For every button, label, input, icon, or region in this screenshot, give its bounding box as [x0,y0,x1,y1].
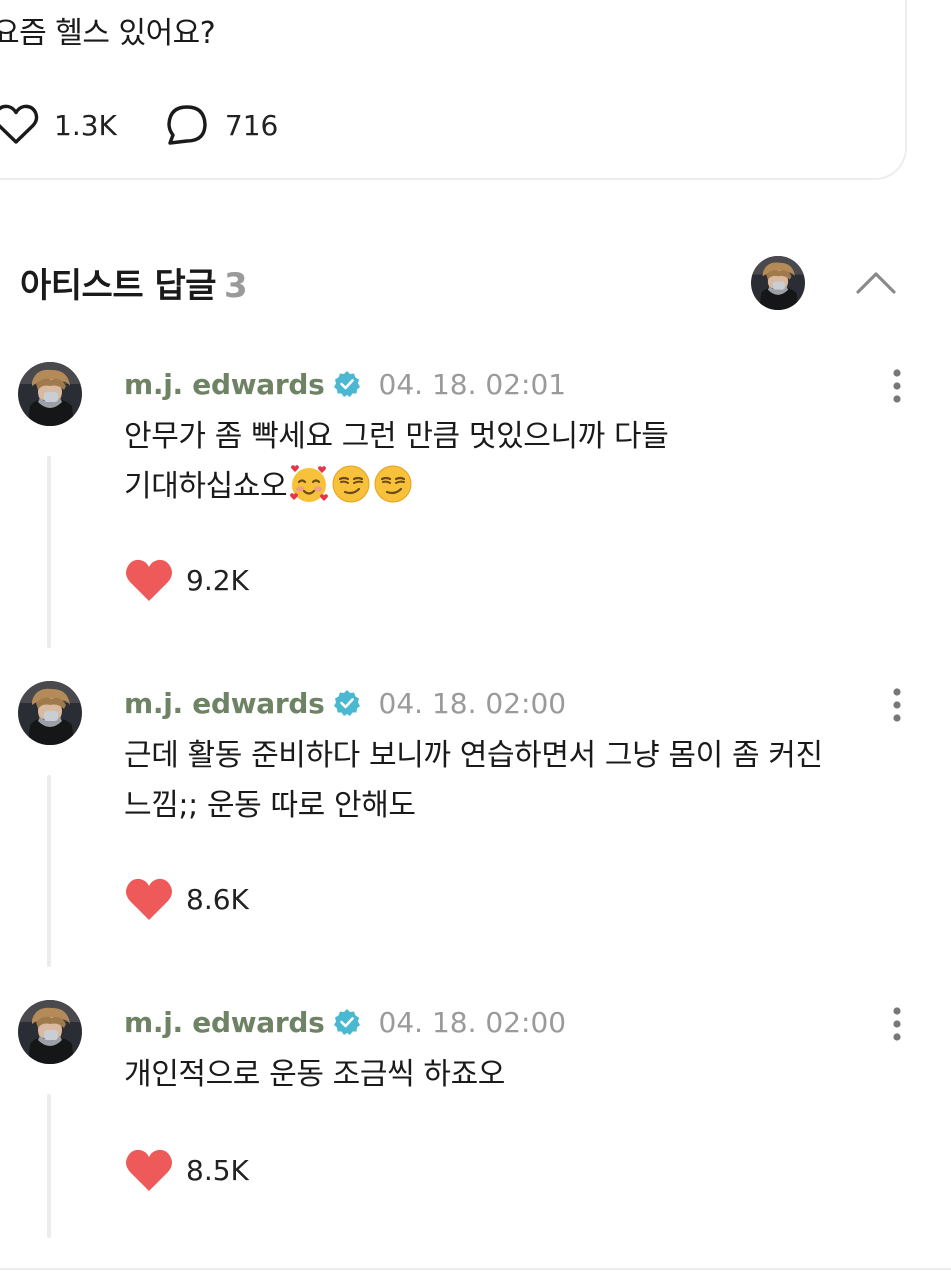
avatar-image [18,681,82,745]
verified-badge-icon [333,689,361,717]
reply-like-button[interactable]: 9.2K [124,555,249,605]
post-comment-button[interactable]: 716 [163,101,278,149]
avatar-image [18,1000,82,1064]
smiling-face-with-hearts-icon [289,464,329,504]
section-title: 아티스트 답글 3 [20,258,248,307]
thread-line [47,775,51,967]
reply-timestamp: 04. 18. 02:00 [378,1005,567,1039]
reply-item: m.j. edwards 04. 18. 02:01 안무가 좀 빡세요 그런 … [0,362,951,652]
artist-avatar[interactable] [751,256,805,310]
post-card: 요즘 헬스 있어요? 1.3K 716 [0,0,907,180]
reply-timestamp: 04. 18. 02:01 [378,367,567,401]
heart-filled-icon [124,557,174,603]
more-options-icon[interactable] [884,687,910,723]
post-comment-count: 716 [224,108,279,142]
reply-item: m.j. edwards 04. 18. 02:00 근데 활동 준비하다 보니… [0,681,951,971]
verified-badge-icon [333,1008,361,1036]
smirking-face-icon [331,464,371,504]
artist-replies-header: 아티스트 답글 3 [0,248,951,318]
reply-text-line: 근데 활동 준비하다 보니까 연습하면서 그냥 몸이 좀 커진 [124,738,823,773]
reply-text-line: 느낌;; 운동 따로 안해도 [124,788,416,823]
reply-text: 안무가 좀 빡세요 그런 만큼 멋있으니까 다들 기대하십쇼오 [124,412,924,512]
chevron-up-icon [856,272,896,294]
reply-like-button[interactable]: 8.5K [124,1145,249,1195]
reply-text-line: 개인적으로 운동 조금씩 하죠오 [124,1057,506,1092]
reply-timestamp: 04. 18. 02:00 [378,686,567,720]
post-like-button[interactable]: 1.3K [0,101,117,149]
section-count: 3 [224,266,248,306]
reply-like-count: 8.6K [186,882,249,916]
collapse-button[interactable] [852,262,900,302]
reply-like-button[interactable]: 8.6K [124,874,249,924]
comment-bubble-icon [167,105,207,145]
smirking-face-icon [373,464,413,504]
reply-meta: m.j. edwards 04. 18. 02:01 [124,366,566,402]
thread-line [47,456,51,648]
post-actions: 1.3K 716 [0,100,324,150]
avatar-image [751,256,805,310]
reply-text: 근데 활동 준비하다 보니까 연습하면서 그냥 몸이 좀 커진 느낌;; 운동 … [124,731,924,831]
reply-text: 개인적으로 운동 조금씩 하죠오 [124,1050,924,1100]
reply-author[interactable]: m.j. edwards [124,687,325,720]
divider [0,1268,951,1270]
heart-outline-icon [0,104,39,144]
reply-item: m.j. edwards 04. 18. 02:00 개인적으로 운동 조금씩 … [0,1000,951,1240]
reply-text-segment: 기대하십쇼오 [124,469,288,504]
section-title-text: 아티스트 답글 [20,266,217,306]
reply-meta: m.j. edwards 04. 18. 02:00 [124,1004,566,1040]
post-text: 요즘 헬스 있어요? [0,16,216,51]
reply-author[interactable]: m.j. edwards [124,1006,325,1039]
reply-text-line: 기대하십쇼오 [124,462,924,512]
reply-avatar[interactable] [18,362,82,426]
reply-avatar[interactable] [18,681,82,745]
reply-like-count: 8.5K [186,1153,249,1187]
heart-filled-icon [124,1147,174,1193]
more-options-icon[interactable] [884,368,910,404]
thread-line [47,1094,51,1238]
heart-filled-icon [124,876,174,922]
reply-avatar[interactable] [18,1000,82,1064]
more-options-icon[interactable] [884,1006,910,1042]
reply-text-line: 안무가 좀 빡세요 그런 만큼 멋있으니까 다들 [124,419,669,454]
post-like-count: 1.3K [54,108,117,142]
verified-badge-icon [333,370,361,398]
reply-meta: m.j. edwards 04. 18. 02:00 [124,685,566,721]
avatar-image [18,362,82,426]
reply-like-count: 9.2K [186,563,249,597]
reply-author[interactable]: m.j. edwards [124,368,325,401]
